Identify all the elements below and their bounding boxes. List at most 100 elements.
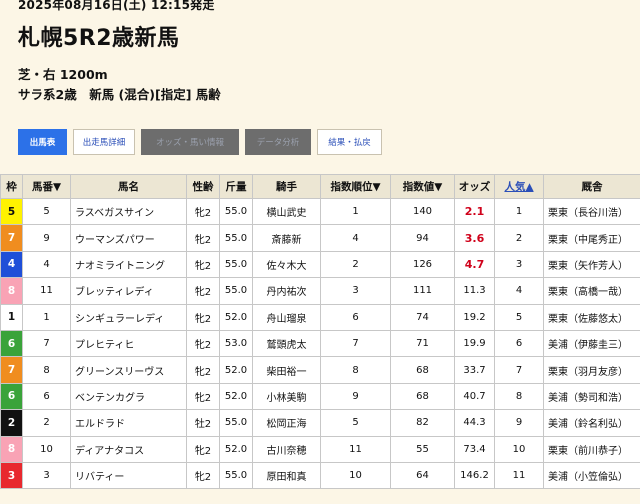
table-row: 1 1 シンギュラーレディ 牝2 52.0 舟山瑠泉 6 74 19.2 5 栗… [0,303,640,331]
popularity-cell: 5 [494,303,544,331]
number-cell: 11 [22,277,71,305]
number-cell: 3 [22,461,71,490]
sexage-cell: 牝2 [186,382,220,411]
weight-cell: 52.0 [219,435,253,463]
popularity-cell: 4 [494,277,544,305]
popularity-cell: 7 [494,356,544,384]
horse-name-link[interactable]: ベンテンカグラ [70,382,187,411]
popularity-cell: 10 [494,435,544,463]
frame-cell: 6 [0,329,23,358]
weight-cell: 55.0 [219,224,253,252]
horse-name-link[interactable]: グリーンスリーヴス [70,356,187,384]
tab-data-analysis[interactable]: データ分析 [245,129,311,155]
odds-cell: 73.4 [454,435,495,463]
sexage-cell: 牝2 [186,329,220,358]
sexage-cell: 牝2 [186,197,220,226]
frame-cell: 7 [0,224,23,252]
table-row: 7 9 ウーマンズパワー 牝2 55.0 斎藤新 4 94 3.6 2 栗東（中… [0,224,640,252]
frame-cell: 3 [0,461,23,490]
index-rank-cell: 2 [320,250,391,279]
header-index-rank-sort[interactable]: 指数順位▼ [320,174,391,199]
horse-name-link[interactable]: エルドラド [70,409,187,437]
sexage-cell: 牝2 [186,356,220,384]
popularity-cell: 1 [494,197,544,226]
index-value-cell: 71 [390,329,455,358]
horse-name-link[interactable]: ブレッティレディ [70,277,187,305]
number-cell: 4 [22,250,71,279]
stable-cell: 栗東（中尾秀正） [543,224,640,252]
header-sexage: 性齢 [186,174,220,199]
weight-cell: 55.0 [219,409,253,437]
weight-cell: 53.0 [219,329,253,358]
table-row: 6 6 ベンテンカグラ 牝2 52.0 小林美駒 9 68 40.7 8 美浦（… [0,382,640,411]
tab-results-payout[interactable]: 結果・払戻 [317,129,382,155]
odds-cell: 44.3 [454,409,495,437]
horse-name-link[interactable]: リバティー [70,461,187,490]
number-cell: 6 [22,382,71,411]
index-value-cell: 68 [390,382,455,411]
header-jockey: 騎手 [252,174,321,199]
jockey-cell: 柴田裕一 [252,356,321,384]
jockey-cell: 横山武史 [252,197,321,226]
index-rank-cell: 1 [320,197,391,226]
odds-cell: 11.3 [454,277,495,305]
stable-cell: 栗東（高橋一哉） [543,277,640,305]
horse-name-link[interactable]: プレヒティヒ [70,329,187,358]
table-row: 4 4 ナオミライトニング 牝2 55.0 佐々木大 2 126 4.7 3 栗… [0,250,640,279]
number-cell: 5 [22,197,71,226]
number-cell: 1 [22,303,71,331]
index-rank-cell: 6 [320,303,391,331]
jockey-cell: 古川奈穂 [252,435,321,463]
header-stable: 厩舎 [543,174,640,199]
table-row: 2 2 エルドラド 牡2 55.0 松岡正海 5 82 44.3 9 美浦（鈴名… [0,409,640,437]
frame-cell: 6 [0,382,23,411]
frame-cell: 4 [0,250,23,279]
sexage-cell: 牝2 [186,435,220,463]
header-index-value-sort[interactable]: 指数値▼ [390,174,455,199]
index-value-cell: 126 [390,250,455,279]
race-conditions: サラ系2歳 新馬 (混合)[指定] 馬齢 [18,87,221,102]
jockey-cell: 鷲頭虎太 [252,329,321,358]
index-rank-cell: 9 [320,382,391,411]
table-row: 6 7 プレヒティヒ 牝2 53.0 鷲頭虎太 7 71 19.9 6 美浦（伊… [0,329,640,358]
frame-cell: 2 [0,409,23,437]
weight-cell: 52.0 [219,356,253,384]
frame-cell: 1 [0,303,23,331]
index-rank-cell: 7 [320,329,391,358]
horse-name-link[interactable]: シンギュラーレディ [70,303,187,331]
weight-cell: 55.0 [219,250,253,279]
tab-entry-details[interactable]: 出走馬詳細 [73,129,135,155]
jockey-cell: 松岡正海 [252,409,321,437]
horse-name-link[interactable]: ラスベガスサイン [70,197,187,226]
index-rank-cell: 8 [320,356,391,384]
weight-cell: 52.0 [219,303,253,331]
jockey-cell: 小林美駒 [252,382,321,411]
header-horse: 馬名 [70,174,187,199]
sexage-cell: 牝2 [186,224,220,252]
tab-odds-info[interactable]: オッズ・馬い情報 [141,129,239,155]
index-value-cell: 64 [390,461,455,490]
frame-cell: 7 [0,356,23,384]
frame-cell: 8 [0,277,23,305]
odds-cell: 40.7 [454,382,495,411]
horse-name-link[interactable]: ナオミライトニング [70,250,187,279]
header-popularity-sort[interactable]: 人気▲ [494,174,544,199]
entry-table-body: 5 5 ラスベガスサイン 牝2 55.0 横山武史 1 140 2.1 1 栗東… [0,197,640,490]
popularity-cell: 6 [494,329,544,358]
weight-cell: 55.0 [219,197,253,226]
index-value-cell: 74 [390,303,455,331]
race-datetime: 2025年08月16日(土) 12:15発走 [18,0,215,12]
jockey-cell: 舟山瑠泉 [252,303,321,331]
odds-cell: 19.9 [454,329,495,358]
tab-entry-table[interactable]: 出馬表 [18,129,67,155]
odds-cell: 146.2 [454,461,495,490]
horse-name-link[interactable]: ウーマンズパワー [70,224,187,252]
stable-cell: 栗東（佐藤悠太） [543,303,640,331]
number-cell: 2 [22,409,71,437]
header-number-sort[interactable]: 馬番▼ [22,174,71,199]
horse-name-link[interactable]: ディアナタコス [70,435,187,463]
stable-cell: 栗東（長谷川浩） [543,197,640,226]
odds-cell: 33.7 [454,356,495,384]
popularity-cell: 11 [494,461,544,490]
popularity-cell: 3 [494,250,544,279]
